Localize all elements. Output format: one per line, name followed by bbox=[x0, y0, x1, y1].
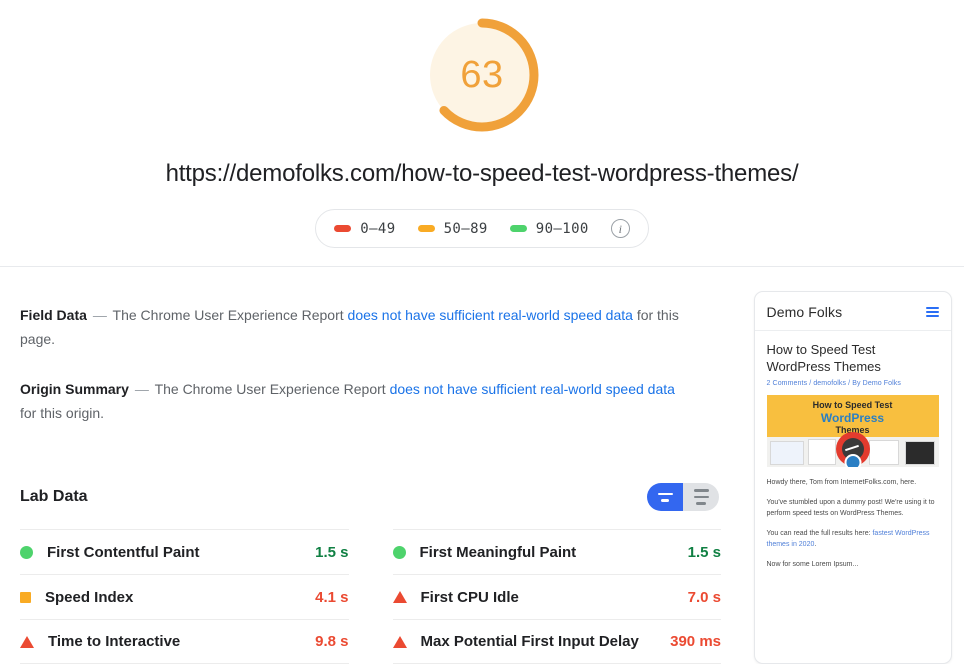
list-view-icon-bar bbox=[696, 502, 706, 505]
preview-topbar: Demo Folks bbox=[754, 292, 951, 331]
thumbnail-wordpress-icon bbox=[844, 454, 861, 467]
info-icon[interactable]: i bbox=[610, 219, 630, 238]
metric-name: Max Potential First Input Delay bbox=[420, 633, 639, 650]
metric-value: 1.5 s bbox=[687, 543, 721, 561]
origin-summary-link[interactable]: does not have sufficient real-world spee… bbox=[390, 381, 675, 397]
metric-name: First CPU Idle bbox=[420, 588, 519, 606]
preview-paragraph: You've stumbled upon a dummy post! We're… bbox=[766, 499, 935, 517]
performance-gauge: 63 bbox=[419, 12, 545, 138]
preview-paragraph: You can read the full results here: fast… bbox=[766, 530, 930, 548]
report-content: Field Data — The Chrome User Experience R… bbox=[0, 267, 964, 664]
report-main-column: Field Data — The Chrome User Experience R… bbox=[0, 267, 741, 664]
detail-view-icon-bar bbox=[661, 499, 669, 502]
legend-label-average: 50–89 bbox=[443, 220, 488, 237]
legend-swatch-average bbox=[417, 225, 435, 232]
score-legend: 0–49 50–89 90–100 i bbox=[315, 209, 649, 248]
list-view-icon-bar bbox=[693, 495, 709, 499]
origin-summary-block: Origin Summary — The Chrome User Experien… bbox=[20, 377, 680, 425]
metric-value: 1.5 s bbox=[315, 543, 349, 561]
lab-metrics-grid: First Contentful Paint 1.5 s Speed Index 4.… bbox=[20, 529, 721, 664]
toggle-list-view[interactable] bbox=[683, 483, 719, 511]
origin-summary-dash: — bbox=[134, 381, 149, 397]
lab-data-title: Lab Data bbox=[20, 488, 88, 505]
preview-inline-link[interactable]: fastest WordPress themes in 2020 bbox=[767, 530, 930, 548]
legend-label-poor: 0–49 bbox=[360, 220, 396, 237]
thumbnail-mock-card bbox=[807, 439, 836, 465]
triangle-icon bbox=[20, 635, 34, 648]
metric-value: 9.8 s bbox=[315, 633, 349, 650]
hamburger-menu-icon bbox=[925, 307, 939, 317]
thumbnail-mock-card bbox=[868, 440, 899, 465]
score-value: 63 bbox=[460, 54, 504, 96]
detail-view-icon-bar bbox=[657, 492, 673, 495]
legend-item-average: 50–89 bbox=[417, 220, 488, 237]
metric-name: First Meaningful Paint bbox=[419, 543, 577, 561]
metric-name: Time to Interactive bbox=[48, 633, 181, 650]
field-data-block: Field Data — The Chrome User Experience R… bbox=[20, 303, 680, 351]
preview-featured-image: How to Speed Test WordPress Themes bbox=[766, 395, 939, 467]
metric-column-right: First Meaningful Paint 1.5 s First CPU Idl… bbox=[371, 529, 721, 664]
preview-paragraphs: Howdy there, Tom from InternetFolks.com,… bbox=[767, 477, 939, 570]
view-toggle[interactable] bbox=[647, 483, 719, 511]
preview-body: How to Speed Test WordPress Themes 2 Com… bbox=[755, 331, 951, 593]
origin-summary-title: Origin Summary bbox=[20, 381, 129, 397]
metric-name: First Contentful Paint bbox=[47, 543, 200, 561]
metric-row[interactable]: Max Potential First Input Delay 390 ms bbox=[392, 619, 721, 664]
triangle-icon bbox=[392, 591, 407, 603]
thumbnail-strip bbox=[766, 432, 939, 467]
metric-row[interactable]: Speed Index 4.1 s bbox=[20, 574, 349, 619]
metric-value: 4.1 s bbox=[315, 588, 349, 606]
metric-column-left: First Contentful Paint 1.5 s Speed Index 4.… bbox=[20, 529, 371, 664]
preview-column: Demo Folks How to Speed Test WordPress T… bbox=[741, 267, 964, 664]
score-section: 63 https://demofolks.com/how-to-speed-te… bbox=[0, 0, 964, 267]
preview-post-title: How to Speed Test WordPress Themes bbox=[766, 342, 881, 374]
triangle-icon bbox=[392, 635, 407, 648]
legend-swatch-poor bbox=[334, 225, 352, 232]
field-data-title: Field Data bbox=[20, 307, 87, 323]
metric-row[interactable]: First CPU Idle 7.0 s bbox=[392, 574, 721, 619]
thumbnail-mock-card bbox=[769, 441, 804, 465]
field-data-link[interactable]: does not have sufficient real-world spee… bbox=[348, 307, 633, 323]
page-url: https://demofolks.com/how-to-speed-test-… bbox=[165, 160, 799, 187]
preview-paragraph: Howdy there, Tom from InternetFolks.com,… bbox=[766, 479, 917, 486]
origin-summary-text-before: The Chrome User Experience Report bbox=[154, 381, 386, 397]
metric-name: Speed Index bbox=[45, 588, 134, 606]
thumbnail-mock-card bbox=[904, 441, 935, 465]
metric-row[interactable]: First Contentful Paint 1.5 s bbox=[20, 529, 349, 574]
metric-value: 7.0 s bbox=[687, 588, 721, 606]
metric-row[interactable]: First Meaningful Paint 1.5 s bbox=[392, 529, 721, 574]
lab-data-header: Lab Data bbox=[20, 483, 721, 511]
legend-item-good: 90–100 bbox=[509, 220, 589, 237]
thumbnail-line-1: How to Speed Test bbox=[812, 400, 893, 410]
square-icon bbox=[20, 591, 31, 603]
toggle-detail-view[interactable] bbox=[647, 483, 683, 511]
page-screenshot-preview: Demo Folks How to Speed Test WordPress T… bbox=[753, 291, 952, 664]
circle-icon bbox=[20, 545, 33, 559]
preview-post-meta: 2 Comments / demofolks / By Demo Folks bbox=[766, 380, 902, 387]
list-view-icon-bar bbox=[693, 489, 709, 492]
preview-paragraph: Now for some Lorem Ipsum... bbox=[766, 561, 859, 568]
field-data-dash: — bbox=[92, 307, 107, 323]
legend-item-poor: 0–49 bbox=[334, 221, 395, 237]
origin-summary-text-after: for this origin. bbox=[20, 405, 105, 421]
metric-value: 390 ms bbox=[670, 633, 721, 650]
legend-label-good: 90–100 bbox=[535, 220, 589, 237]
metric-row[interactable]: Time to Interactive 9.8 s bbox=[20, 619, 349, 664]
legend-swatch-good bbox=[509, 225, 527, 232]
preview-brand: Demo Folks bbox=[766, 304, 843, 320]
field-data-text-before: The Chrome User Experience Report bbox=[112, 307, 344, 323]
thumbnail-line-2: WordPress bbox=[820, 411, 885, 425]
circle-icon bbox=[392, 545, 406, 559]
